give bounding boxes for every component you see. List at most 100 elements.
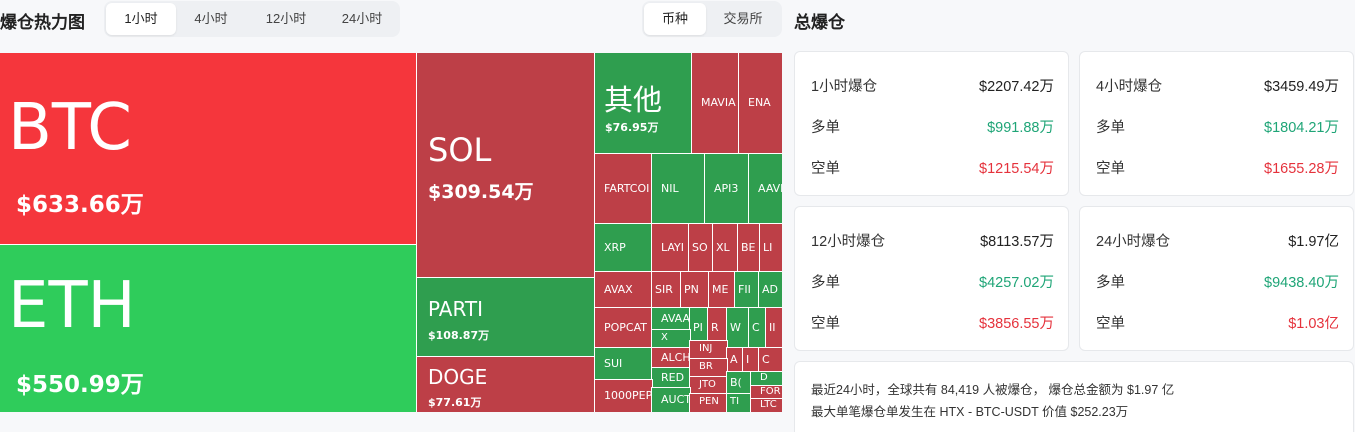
small-tile[interactable]: X: [651, 329, 691, 349]
small-tile[interactable]: D: [750, 371, 782, 387]
small-tile-symbol: LI: [763, 241, 773, 254]
small-tile-symbol: SO: [692, 241, 708, 254]
heatmap-title: 爆仓热力图: [0, 13, 85, 32]
small-tile[interactable]: PEN: [689, 393, 728, 412]
small-tile[interactable]: ME: [708, 271, 736, 309]
tab-4h[interactable]: 4小时: [176, 3, 246, 35]
small-tile[interactable]: AD: [758, 271, 782, 309]
short-label: 空单: [811, 160, 840, 177]
small-tile[interactable]: LAYI: [651, 223, 690, 273]
small-tile[interactable]: C: [758, 347, 782, 373]
small-tile-symbol: AD: [762, 283, 778, 296]
small-tile[interactable]: PN: [680, 271, 710, 309]
small-tile[interactable]: INJ: [689, 340, 728, 360]
long-label: 多单: [811, 274, 840, 291]
long-value: $1804.21万: [1264, 119, 1339, 136]
short-value: $3856.55万: [979, 315, 1054, 332]
small-tile[interactable]: XRP: [594, 223, 653, 273]
small-tile[interactable]: W: [726, 307, 750, 349]
card-period: 12小时爆仓: [811, 233, 886, 250]
card-total: $8113.57万: [980, 233, 1054, 250]
small-tile[interactable]: AUCT: [651, 387, 691, 412]
long-value: $9438.40万: [1264, 274, 1339, 291]
small-tile[interactable]: B(: [726, 371, 752, 395]
summary-line-24h: 最近24小时，全球共有 84,419 人被爆仓， 爆仓总金额为 $1.97 亿: [811, 383, 1175, 397]
small-tile[interactable]: ENA: [738, 53, 782, 155]
small-tile[interactable]: FOR: [750, 385, 782, 400]
small-tile[interactable]: NIL: [651, 153, 706, 225]
tile-doge-value: $77.61万: [428, 396, 482, 409]
small-tile[interactable]: C: [748, 307, 767, 349]
tab-by-coin[interactable]: 币种: [644, 3, 706, 35]
tab-24h[interactable]: 24小时: [326, 3, 398, 35]
card-total: $2207.42万: [979, 78, 1054, 95]
long-label: 多单: [811, 119, 840, 136]
small-tile-symbol: XRP: [604, 241, 626, 254]
small-tile[interactable]: JTO: [689, 376, 728, 395]
small-tile[interactable]: FII: [734, 271, 760, 309]
long-label: 多单: [1096, 119, 1125, 136]
small-tile[interactable]: SIR: [651, 271, 682, 309]
small-tile-symbol: B(: [730, 376, 742, 389]
small-tile-symbol: ENA: [748, 96, 771, 109]
small-tile[interactable]: AVAX: [594, 271, 653, 309]
small-tile[interactable]: AVAA: [651, 307, 691, 331]
small-tile[interactable]: BE: [737, 223, 761, 273]
view-tabs: 币种 交易所: [642, 1, 782, 37]
tile-doge[interactable]: DOGE $77.61万: [416, 356, 596, 412]
small-tile[interactable]: FARTCOI: [594, 153, 653, 225]
small-tile[interactable]: 1000PEP: [594, 379, 653, 412]
tile-other[interactable]: 其他 $76.95万: [594, 53, 693, 155]
small-tile[interactable]: POPCAT: [594, 307, 653, 349]
small-tile[interactable]: SUI: [594, 347, 653, 381]
small-tile-symbol: RED: [661, 371, 685, 384]
small-tile-symbol: LTC: [760, 399, 777, 410]
short-value: $1215.54万: [979, 160, 1054, 177]
small-tile[interactable]: MAVIA: [691, 53, 740, 155]
tile-eth-value: $550.99万: [16, 372, 144, 398]
small-tile-symbol: TI: [730, 396, 740, 407]
small-tile[interactable]: BR: [689, 358, 728, 378]
small-tile[interactable]: TI: [726, 393, 752, 412]
small-tile-symbol: PEN: [699, 396, 719, 407]
small-tile[interactable]: LI: [759, 223, 782, 273]
small-tile-symbol: MAVIA: [701, 96, 736, 109]
small-tile-symbol: JTO: [699, 379, 716, 390]
tile-parti-value: $108.87万: [428, 329, 490, 342]
small-tile[interactable]: AAVE: [748, 153, 782, 225]
small-tile-symbol: 1000PEP: [604, 389, 652, 402]
small-tile[interactable]: II: [765, 307, 782, 349]
small-tile[interactable]: API3: [704, 153, 750, 225]
long-value: $991.88万: [987, 119, 1054, 136]
tile-btc-value: $633.66万: [16, 192, 144, 218]
small-tile-symbol: PN: [684, 283, 699, 296]
small-tile[interactable]: LTC: [750, 398, 782, 412]
long-value: $4257.02万: [979, 274, 1054, 291]
small-tile-symbol: ALCH: [661, 351, 690, 364]
tile-other-symbol: 其他: [604, 83, 663, 117]
long-label: 多单: [1096, 274, 1125, 291]
small-tile[interactable]: SO: [688, 223, 714, 273]
tab-1h[interactable]: 1小时: [106, 3, 176, 35]
small-tile[interactable]: I: [742, 347, 760, 373]
small-tile-symbol: INJ: [699, 343, 713, 354]
tab-12h[interactable]: 12小时: [246, 3, 326, 35]
card-total: $3459.49万: [1264, 78, 1339, 95]
small-tile-symbol: I: [746, 353, 750, 366]
small-tile-symbol: FII: [738, 283, 751, 296]
small-tile-symbol: X: [661, 332, 668, 343]
short-value: $1655.28万: [1264, 160, 1339, 177]
tab-by-exchange[interactable]: 交易所: [706, 3, 780, 35]
small-tile[interactable]: ALCH: [651, 347, 691, 369]
small-tile[interactable]: XL: [712, 223, 739, 273]
small-tile-symbol: A: [730, 353, 738, 366]
tile-btc[interactable]: BTC $633.66万: [0, 53, 418, 246]
tile-eth-symbol: ETH: [8, 269, 136, 343]
tile-eth[interactable]: ETH $550.99万: [0, 244, 418, 412]
small-tile[interactable]: A: [726, 347, 744, 373]
tile-sol[interactable]: SOL $309.54万: [416, 53, 596, 279]
small-tile[interactable]: RED: [651, 367, 691, 389]
summary-line-largest: 最大单笔爆仓单发生在 HTX - BTC-USDT 价值 $252.23万: [811, 405, 1129, 419]
tile-parti[interactable]: PARTI $108.87万: [416, 277, 596, 358]
short-label: 空单: [811, 315, 840, 332]
